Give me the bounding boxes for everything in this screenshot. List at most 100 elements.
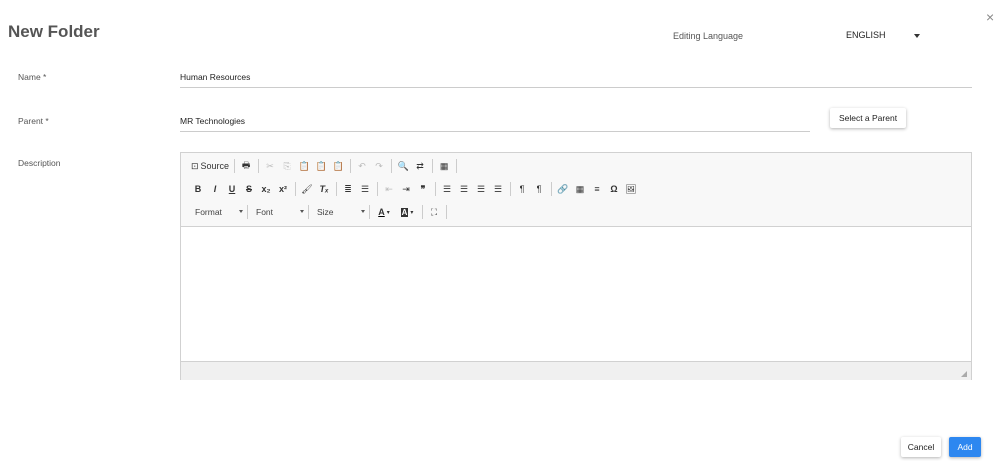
subscript-button[interactable]: x₂: [259, 181, 273, 197]
image-icon: 🖼: [625, 183, 637, 194]
bold-icon: B: [194, 184, 202, 194]
remove-format-icon: Tₓ: [319, 184, 329, 194]
toolbar-separator: [435, 182, 436, 196]
select-all-button[interactable]: ▦: [437, 158, 451, 174]
superscript-button[interactable]: x²: [276, 181, 290, 197]
link-icon: 🔗: [557, 183, 569, 194]
numbered-list-button[interactable]: ≣: [341, 181, 355, 197]
copy-format-button[interactable]: 🖌: [300, 181, 314, 197]
link-button[interactable]: 🔗: [556, 181, 570, 197]
text-color-button[interactable]: A ▾: [374, 204, 394, 220]
select-parent-button[interactable]: Select a Parent: [830, 108, 906, 128]
toolbar-separator: [247, 205, 248, 219]
parent-input[interactable]: MR Technologies: [180, 114, 810, 132]
toolbar-separator: [350, 159, 352, 173]
copy-icon: ⎘: [283, 160, 291, 171]
ltr-button[interactable]: ¶: [515, 181, 529, 197]
editor-status-bar: [181, 361, 971, 380]
numbered-list-icon: ≣: [344, 183, 352, 194]
find-button[interactable]: 🔍: [396, 158, 410, 174]
add-button[interactable]: Add: [949, 437, 981, 457]
rtl-button[interactable]: ¶: [532, 181, 546, 197]
toolbar-separator: [432, 159, 434, 173]
toolbar-separator: [446, 205, 447, 219]
outdent-icon: ⇤: [385, 183, 393, 194]
indent-button[interactable]: ⇥: [399, 181, 413, 197]
text-direction-ltr-icon: ¶: [519, 184, 525, 194]
bulleted-list-button[interactable]: ☰: [358, 181, 372, 197]
align-justify-button[interactable]: ☰: [491, 181, 505, 197]
name-label: Name *: [18, 72, 47, 82]
toolbar-separator: [369, 205, 370, 219]
redo-icon: ↷: [375, 160, 383, 171]
hr-button[interactable]: ≡: [590, 181, 604, 197]
close-icon[interactable]: ×: [986, 10, 994, 24]
align-left-icon: ☰: [442, 183, 452, 194]
chevron-down-icon: [300, 210, 304, 213]
undo-button[interactable]: ↶: [355, 158, 369, 174]
background-color-button[interactable]: A ▾: [397, 204, 417, 220]
toolbar-row-2: B I U Sx₂ x² 🖌 Tₓ ≣ ☰ ⇤ ⇥ ❞ ☰ ☰ ☰ ☰ ¶ ¶ 🔗 ▦ ≡ Ω 🖼: [191, 181, 641, 197]
dialog-title: New Folder: [8, 22, 100, 41]
resize-handle-icon[interactable]: [961, 371, 967, 377]
image-button[interactable]: 🖼: [624, 181, 638, 197]
remove-format-button[interactable]: Tₓ: [317, 181, 331, 197]
toolbar-separator: [336, 182, 337, 196]
source-button-label: Source: [200, 161, 230, 171]
align-justify-icon: ☰: [493, 183, 503, 194]
omega-icon: Ω: [610, 184, 618, 194]
toolbar-separator: [391, 159, 393, 173]
chevron-down-icon: [914, 34, 920, 38]
text-direction-rtl-icon: ¶: [536, 184, 542, 194]
outdent-button[interactable]: ⇤: [382, 181, 396, 197]
search-icon: 🔍: [397, 160, 409, 171]
align-right-icon: ☰: [476, 183, 486, 194]
table-icon: ▦: [575, 183, 585, 194]
italic-button[interactable]: I: [208, 181, 222, 197]
align-center-icon: ☰: [459, 183, 469, 194]
undo-icon: ↶: [358, 160, 366, 171]
align-center-button[interactable]: ☰: [457, 181, 471, 197]
format-combo[interactable]: Format: [195, 204, 245, 220]
format-combo-label: Format: [195, 207, 222, 217]
blockquote-icon: ❞: [420, 183, 426, 194]
bold-button[interactable]: B: [191, 181, 205, 197]
font-combo[interactable]: Font: [256, 204, 306, 220]
toolbar-separator: [234, 159, 236, 173]
font-combo-label: Font: [256, 207, 274, 217]
cancel-button[interactable]: Cancel: [901, 437, 941, 457]
align-right-button[interactable]: ☰: [474, 181, 488, 197]
align-left-button[interactable]: ☰: [440, 181, 454, 197]
underline-icon: U: [228, 184, 236, 194]
cut-button[interactable]: ✂: [263, 158, 277, 174]
strikethrough-icon: S: [245, 184, 252, 194]
paste-text-button[interactable]: 📋: [314, 158, 328, 174]
size-combo[interactable]: Size: [317, 204, 367, 220]
maximize-button[interactable]: ⛶: [427, 204, 441, 220]
name-input[interactable]: Human Resources: [180, 70, 972, 88]
redo-button[interactable]: ↷: [372, 158, 386, 174]
source-button[interactable]: ⊡ Source: [191, 158, 229, 174]
strike-button[interactable]: S: [242, 181, 256, 197]
size-combo-label: Size: [317, 207, 334, 217]
paste-button[interactable]: 📋: [297, 158, 311, 174]
toolbar-row-3: Format Font Size A ▾ A ▾ ⛶: [191, 204, 451, 220]
table-button[interactable]: ▦: [573, 181, 587, 197]
background-color-icon: A: [400, 207, 409, 217]
underline-button[interactable]: U: [225, 181, 239, 197]
maximize-icon: ⛶: [430, 206, 438, 217]
replace-button[interactable]: ⇄: [413, 158, 427, 174]
editor-toolbar: ⊡ Source 🖶 ✂ ⎘ 📋 📋 📋 ↶ ↷ 🔍 ⇄ ▦ B I U Sx₂ x² 🖌 Tₓ ≣ ☰ ⇤ ⇥ ❞ ☰ ☰ ☰ ☰ ¶…: [181, 153, 971, 227]
editor-content-area[interactable]: [181, 227, 971, 361]
text-color-icon: A: [378, 207, 385, 217]
special-char-button[interactable]: Ω: [607, 181, 621, 197]
toolbar-separator: [456, 159, 458, 173]
language-select[interactable]: ENGLISH: [846, 30, 926, 44]
replace-icon: ⇄: [416, 160, 424, 171]
blockquote-button[interactable]: ❞: [416, 181, 430, 197]
horizontal-line-icon: ≡: [594, 184, 600, 194]
bulleted-list-icon: ☰: [360, 183, 370, 194]
print-button[interactable]: 🖶: [239, 158, 253, 174]
paste-word-button[interactable]: 📋: [331, 158, 345, 174]
copy-button[interactable]: ⎘: [280, 158, 294, 174]
